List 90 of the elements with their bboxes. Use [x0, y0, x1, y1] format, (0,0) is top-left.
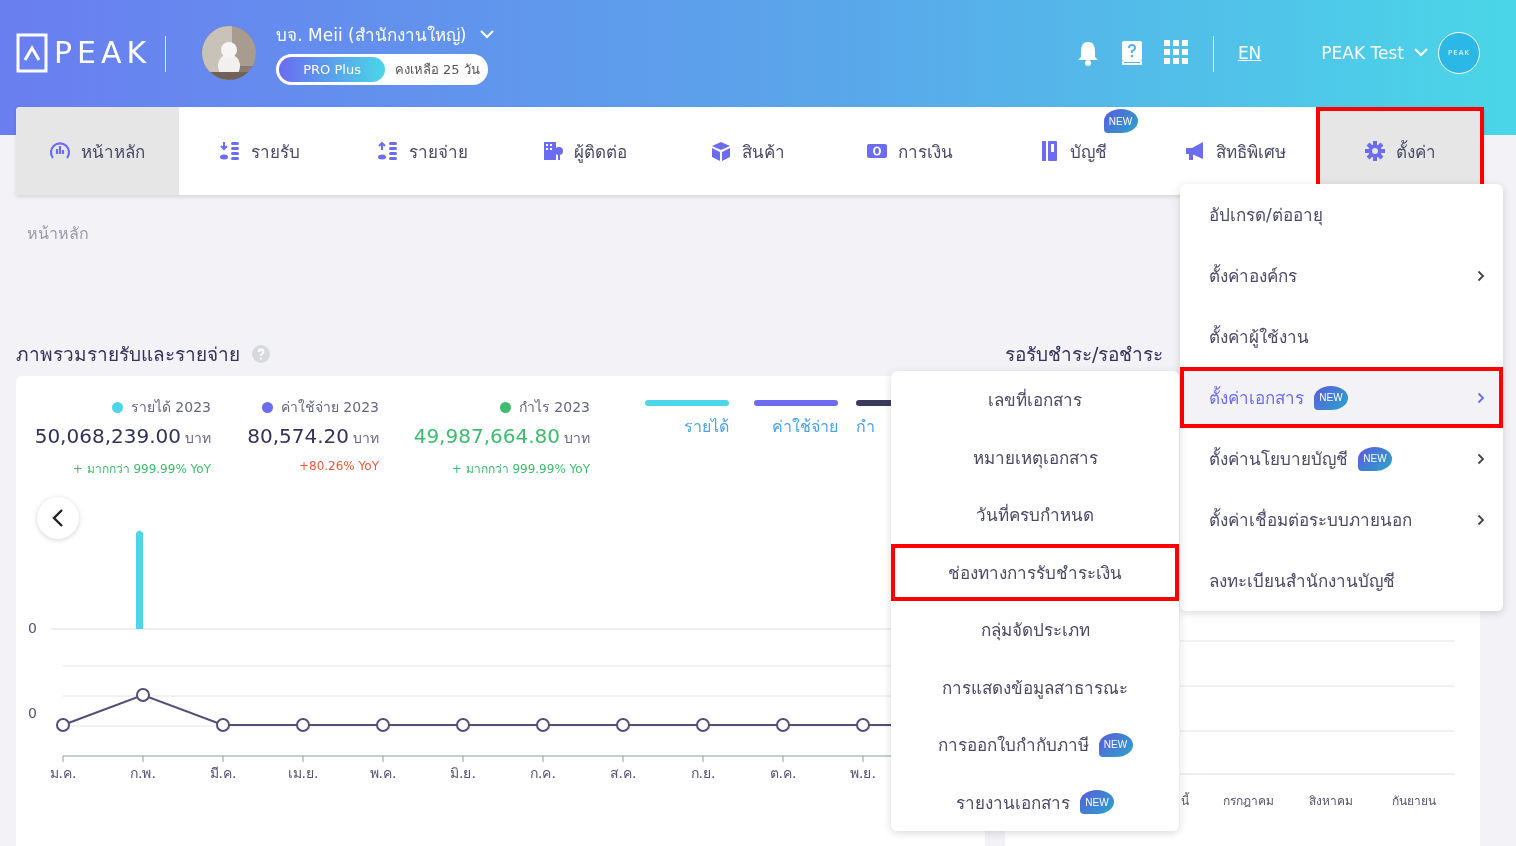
- month-label: เม.ย.: [287, 765, 319, 781]
- nav-tab[interactable]: ผู้ติดต่อ: [503, 107, 666, 195]
- menu-item-label: ตั้งค่าองค์กร: [1209, 263, 1297, 288]
- currency-unit: บาท: [353, 429, 379, 448]
- month-label: ก.ค.: [530, 765, 556, 781]
- month-label: ส.ค.: [609, 765, 637, 781]
- help-book-icon[interactable]: [1119, 39, 1144, 66]
- nav-tab[interactable]: รายจ่าย: [341, 107, 504, 195]
- menu-item-label: ตั้งค่าเอกสาร: [1209, 385, 1304, 410]
- chevron-down-icon: [1414, 48, 1428, 57]
- logo-icon: [16, 32, 48, 73]
- currency-unit: บาท: [185, 429, 211, 448]
- menu-item[interactable]: ลงทะเบียนสำนักงานบัญชี: [1180, 550, 1503, 611]
- menu-item[interactable]: ตั้งค่าเชื่อมต่อระบบภายนอก: [1180, 489, 1503, 550]
- month-label: สิงหาคม: [1309, 794, 1353, 808]
- menu-item-label: การแสดงข้อมูลสาธารณะ: [942, 676, 1128, 701]
- menu-item-label: การออกใบกำกับภาษี: [937, 734, 1089, 758]
- yoy-change: + มากกว่า 999.99% YoY: [72, 461, 211, 478]
- menu-item-label: กลุ่มจัดประเภท: [980, 619, 1090, 643]
- remaining-days: คงเหลือ 25 วัน: [384, 58, 480, 80]
- settings-icon: [1364, 140, 1386, 162]
- stat-label: กำไร 2023: [518, 398, 590, 417]
- coins-up-icon: [376, 140, 399, 162]
- month-label: ก.ย.: [690, 765, 716, 781]
- stat-value: 50,068,239.00: [34, 424, 181, 448]
- section-title: รอรับชำระ/รอชำระ: [1005, 342, 1164, 367]
- month-label: มิ.ย.: [450, 765, 476, 781]
- month-label: กันยายน: [1392, 794, 1436, 808]
- submenu-item[interactable]: หมายเหตุเอกสาร: [891, 428, 1179, 486]
- stat-value: 49,987,664.80: [413, 424, 560, 448]
- menu-item-label: วันที่ครบกำหนด: [976, 502, 1094, 528]
- menu-item-label: ลงทะเบียนสำนักงานบัญชี: [1209, 570, 1395, 593]
- chevron-left-icon: [52, 508, 64, 528]
- help-icon[interactable]: [252, 345, 270, 363]
- month-label: ต.ค.: [769, 765, 797, 781]
- month-label: กรกฎาคม: [1222, 794, 1274, 808]
- submenu-item[interactable]: รายงานเอกสาร NEW: [891, 773, 1179, 831]
- logo-text: PEAK: [54, 35, 152, 70]
- plan-badge: PRO Plus: [279, 56, 385, 82]
- building-icon: [542, 140, 565, 162]
- chevron-down-icon: [480, 29, 495, 39]
- submenu-item[interactable]: วันที่ครบกำหนด: [891, 486, 1179, 544]
- yoy-change: +80.26% YoY: [298, 459, 379, 473]
- nav-tab[interactable]: NEW บัญชี: [991, 107, 1154, 195]
- menu-item-label: ตั้งค่าเชื่อมต่อระบบภายนอก: [1209, 507, 1412, 532]
- submenu-item[interactable]: การแสดงข้อมูลสาธารณะ: [891, 658, 1179, 716]
- section-title: ภาพรวมรายรับและรายจ่าย: [16, 342, 240, 367]
- submenu-item[interactable]: การออกใบกำกับภาษี NEW: [891, 716, 1179, 774]
- menu-item-label: อัปเกรด/ต่ออายุ: [1209, 204, 1323, 228]
- menu-item-label: หมายเหตุเอกสาร: [972, 446, 1098, 471]
- yoy-change: + มากกว่า 999.99% YoY: [451, 461, 590, 478]
- stat-value: 80,574.20: [247, 424, 349, 448]
- new-badge: NEW: [1080, 790, 1114, 815]
- nav-tab[interactable]: รายรับ: [178, 107, 341, 195]
- nav-tab[interactable]: การเงิน: [828, 107, 991, 195]
- submenu-item[interactable]: เลขที่เอกสาร: [891, 371, 1179, 429]
- menu-item-label: เลขที่เอกสาร: [988, 387, 1082, 413]
- new-badge: NEW: [1098, 732, 1133, 757]
- month-label: พ.ย.: [850, 765, 876, 781]
- menu-item[interactable]: ตั้งค่านโยบายบัญชี NEW: [1180, 428, 1503, 489]
- menu-item[interactable]: ตั้งค่าองค์กร: [1180, 245, 1503, 306]
- previous-button[interactable]: [37, 497, 79, 539]
- nav-tab[interactable]: สินค้า: [666, 107, 829, 195]
- menu-item-label: รายงานเอกสาร: [956, 791, 1070, 815]
- megaphone-icon: [1183, 140, 1206, 162]
- month-label: ม.ค.: [49, 765, 77, 781]
- currency-unit: บาท: [564, 429, 590, 448]
- new-badge: NEW: [1103, 109, 1138, 133]
- breadcrumb: หน้าหลัก: [27, 223, 90, 245]
- menu-item-label: ช่องทางการรับชำระเงิน: [948, 561, 1122, 585]
- apps-grid-icon[interactable]: [1163, 40, 1189, 65]
- menu-item-label: ตั้งค่าผู้ใช้งาน: [1209, 324, 1309, 350]
- stat-label: ค่าใช้จ่าย 2023: [280, 398, 379, 417]
- month-label: นี้: [1181, 794, 1189, 808]
- stat-label: รายได้ 2023: [130, 398, 211, 417]
- axis-label: 0: [28, 705, 37, 721]
- new-badge: NEW: [1358, 446, 1392, 471]
- nav-tab[interactable]: หน้าหลัก: [16, 107, 179, 195]
- menu-item[interactable]: ตั้งค่าเอกสาร NEW: [1180, 367, 1503, 428]
- submenu-item[interactable]: กลุ่มจัดประเภท: [891, 601, 1179, 659]
- month-label: ก.พ.: [130, 765, 156, 781]
- axis-label: 0: [28, 620, 37, 636]
- month-label: มี.ค.: [209, 765, 237, 781]
- submenu-item[interactable]: ช่องทางการรับชำระเงิน: [891, 543, 1179, 601]
- menu-item-label: ตั้งค่านโยบายบัญชี: [1209, 446, 1348, 471]
- menu-item[interactable]: ตั้งค่าผู้ใช้งาน: [1180, 306, 1503, 367]
- month-label: พ.ค.: [369, 765, 397, 781]
- coins-down-icon: [219, 140, 242, 162]
- new-badge: NEW: [1314, 385, 1348, 410]
- box-icon: [709, 140, 732, 162]
